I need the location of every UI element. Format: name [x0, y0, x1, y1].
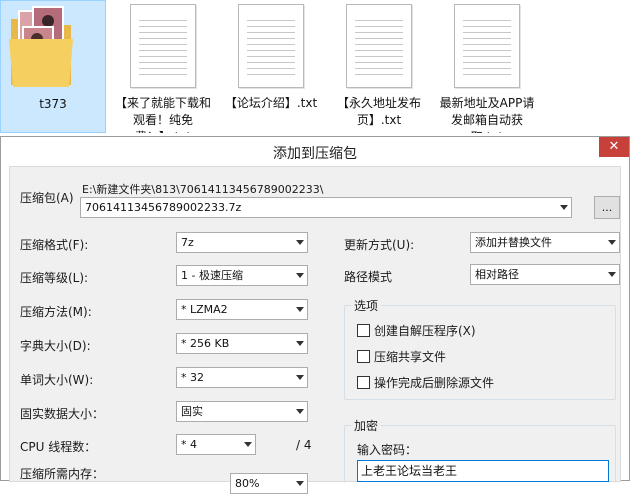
update-mode-label: 更新方式(U): — [344, 238, 415, 252]
create-sfx-label: 创建自解压程序(X) — [374, 324, 476, 338]
update-mode-value: 添加并替换文件 — [475, 236, 552, 249]
word-size-value: * 32 — [181, 371, 204, 384]
chevron-down-icon — [608, 272, 616, 277]
chevron-down-icon[interactable] — [560, 205, 568, 210]
archive-directory: E:\新建文件夹\813\70614113456789002233\ — [82, 183, 324, 196]
format-label: 压缩格式(F): — [20, 238, 89, 252]
memory-select[interactable]: 80% — [230, 473, 308, 494]
file-item-txt[interactable]: 【论坛介绍】.txt — [218, 0, 324, 133]
chevron-down-icon — [244, 442, 252, 447]
text-file-icon — [326, 0, 432, 92]
chevron-down-icon — [296, 341, 304, 346]
dict-size-label: 字典大小(D): — [20, 339, 91, 353]
format-value: 7z — [181, 236, 194, 249]
delete-after-checkbox[interactable]: 操作完成后删除源文件 — [357, 374, 494, 390]
delete-after-label: 操作完成后删除源文件 — [374, 376, 495, 390]
method-value: * LZMA2 — [181, 303, 228, 316]
dict-size-select[interactable]: * 256 KB — [176, 333, 308, 354]
solid-size-select[interactable]: 固实 — [176, 401, 308, 422]
path-mode-label: 路径模式 — [344, 270, 393, 284]
folder-icon — [1, 1, 105, 93]
add-to-archive-dialog: 添加到压缩包 ✕ 压缩包(A) E:\新建文件夹\813\70614113456… — [0, 136, 630, 494]
memory-label: 压缩所需内存： — [20, 467, 105, 481]
text-file-icon — [434, 0, 540, 92]
chevron-down-icon — [296, 273, 304, 278]
level-value: 1 - 极速压缩 — [181, 269, 243, 282]
checkbox-box[interactable] — [357, 350, 370, 363]
level-label: 压缩等级(L): — [20, 271, 89, 285]
archive-name-combo[interactable]: 70614113456789002233.7z — [80, 197, 572, 218]
cpu-threads-select[interactable]: * 4 — [176, 434, 256, 455]
text-file-icon — [218, 0, 324, 92]
update-mode-select[interactable]: 添加并替换文件 — [470, 232, 620, 253]
chevron-down-icon — [296, 240, 304, 245]
method-label: 压缩方法(M): — [20, 305, 92, 319]
browse-button[interactable]: ... — [594, 196, 620, 219]
cpu-threads-label: CPU 线程数： — [20, 440, 97, 454]
solid-size-value: 固实 — [181, 405, 203, 418]
memory-value: 80% — [235, 477, 260, 490]
file-name: 【来了就能下载和观看！纯免费！】.txt — [114, 96, 211, 133]
archive-label: 压缩包(A) — [20, 191, 74, 205]
format-select[interactable]: 7z — [176, 232, 308, 253]
create-sfx-checkbox[interactable]: 创建自解压程序(X) — [357, 322, 476, 338]
dialog-titlebar[interactable]: 添加到压缩包 ✕ — [1, 137, 629, 166]
options-group-title: 选项 — [351, 297, 382, 314]
path-mode-select[interactable]: 相对路径 — [470, 264, 620, 285]
encryption-group: 加密 输入密码： 上老王论坛当老王 — [344, 417, 616, 483]
archive-name-value: 70614113456789002233.7z — [85, 201, 242, 214]
file-item-txt[interactable]: 【永久地址发布页】.txt — [326, 0, 432, 133]
level-select[interactable]: 1 - 极速压缩 — [176, 265, 308, 286]
file-explorer-view: t373 【来了就能下载和观看！纯免费！】.txt 【论坛介绍】.txt 【永久… — [0, 0, 630, 140]
file-item-txt[interactable]: 【来了就能下载和观看！纯免费！】.txt — [110, 0, 216, 133]
chevron-down-icon — [296, 375, 304, 380]
chevron-down-icon — [608, 240, 616, 245]
path-mode-value: 相对路径 — [475, 268, 519, 281]
dialog-title: 添加到压缩包 — [273, 146, 357, 162]
text-file-icon — [110, 0, 216, 92]
method-select[interactable]: * LZMA2 — [176, 299, 308, 320]
checkbox-box[interactable] — [357, 376, 370, 389]
compress-shared-checkbox[interactable]: 压缩共享文件 — [357, 348, 446, 364]
file-item-txt[interactable]: 最新地址及APP请发邮箱自动获取.txt — [434, 0, 540, 133]
file-item-folder[interactable]: t373 — [0, 0, 106, 133]
cpu-threads-value: * 4 — [181, 438, 197, 451]
chevron-down-icon — [296, 409, 304, 414]
word-size-label: 单词大小(W): — [20, 373, 94, 387]
encryption-group-title: 加密 — [351, 417, 382, 434]
dialog-body: 压缩包(A) E:\新建文件夹\813\70614113456789002233… — [9, 166, 621, 494]
options-group: 选项 创建自解压程序(X) 压缩共享文件 操作完成后删除源文件 — [344, 297, 616, 400]
compress-shared-label: 压缩共享文件 — [374, 350, 447, 364]
close-icon: ✕ — [608, 139, 620, 154]
solid-size-label: 固实数据大小： — [20, 407, 105, 421]
chevron-down-icon — [296, 481, 304, 486]
dict-size-value: * 256 KB — [181, 337, 230, 350]
file-name: t373 — [39, 97, 67, 111]
close-button[interactable]: ✕ — [599, 137, 629, 157]
checkbox-box[interactable] — [357, 324, 370, 337]
password-label: 输入密码： — [357, 443, 418, 457]
cpu-threads-total: / 4 — [296, 438, 312, 452]
file-name: 【论坛介绍】.txt — [224, 96, 318, 110]
file-name: 最新地址及APP请发邮箱自动获取.txt — [439, 96, 535, 133]
password-input[interactable]: 上老王论坛当老王 — [357, 460, 609, 482]
word-size-select[interactable]: * 32 — [176, 367, 308, 388]
file-name: 【永久地址发布页】.txt — [336, 96, 421, 127]
chevron-down-icon — [296, 307, 304, 312]
